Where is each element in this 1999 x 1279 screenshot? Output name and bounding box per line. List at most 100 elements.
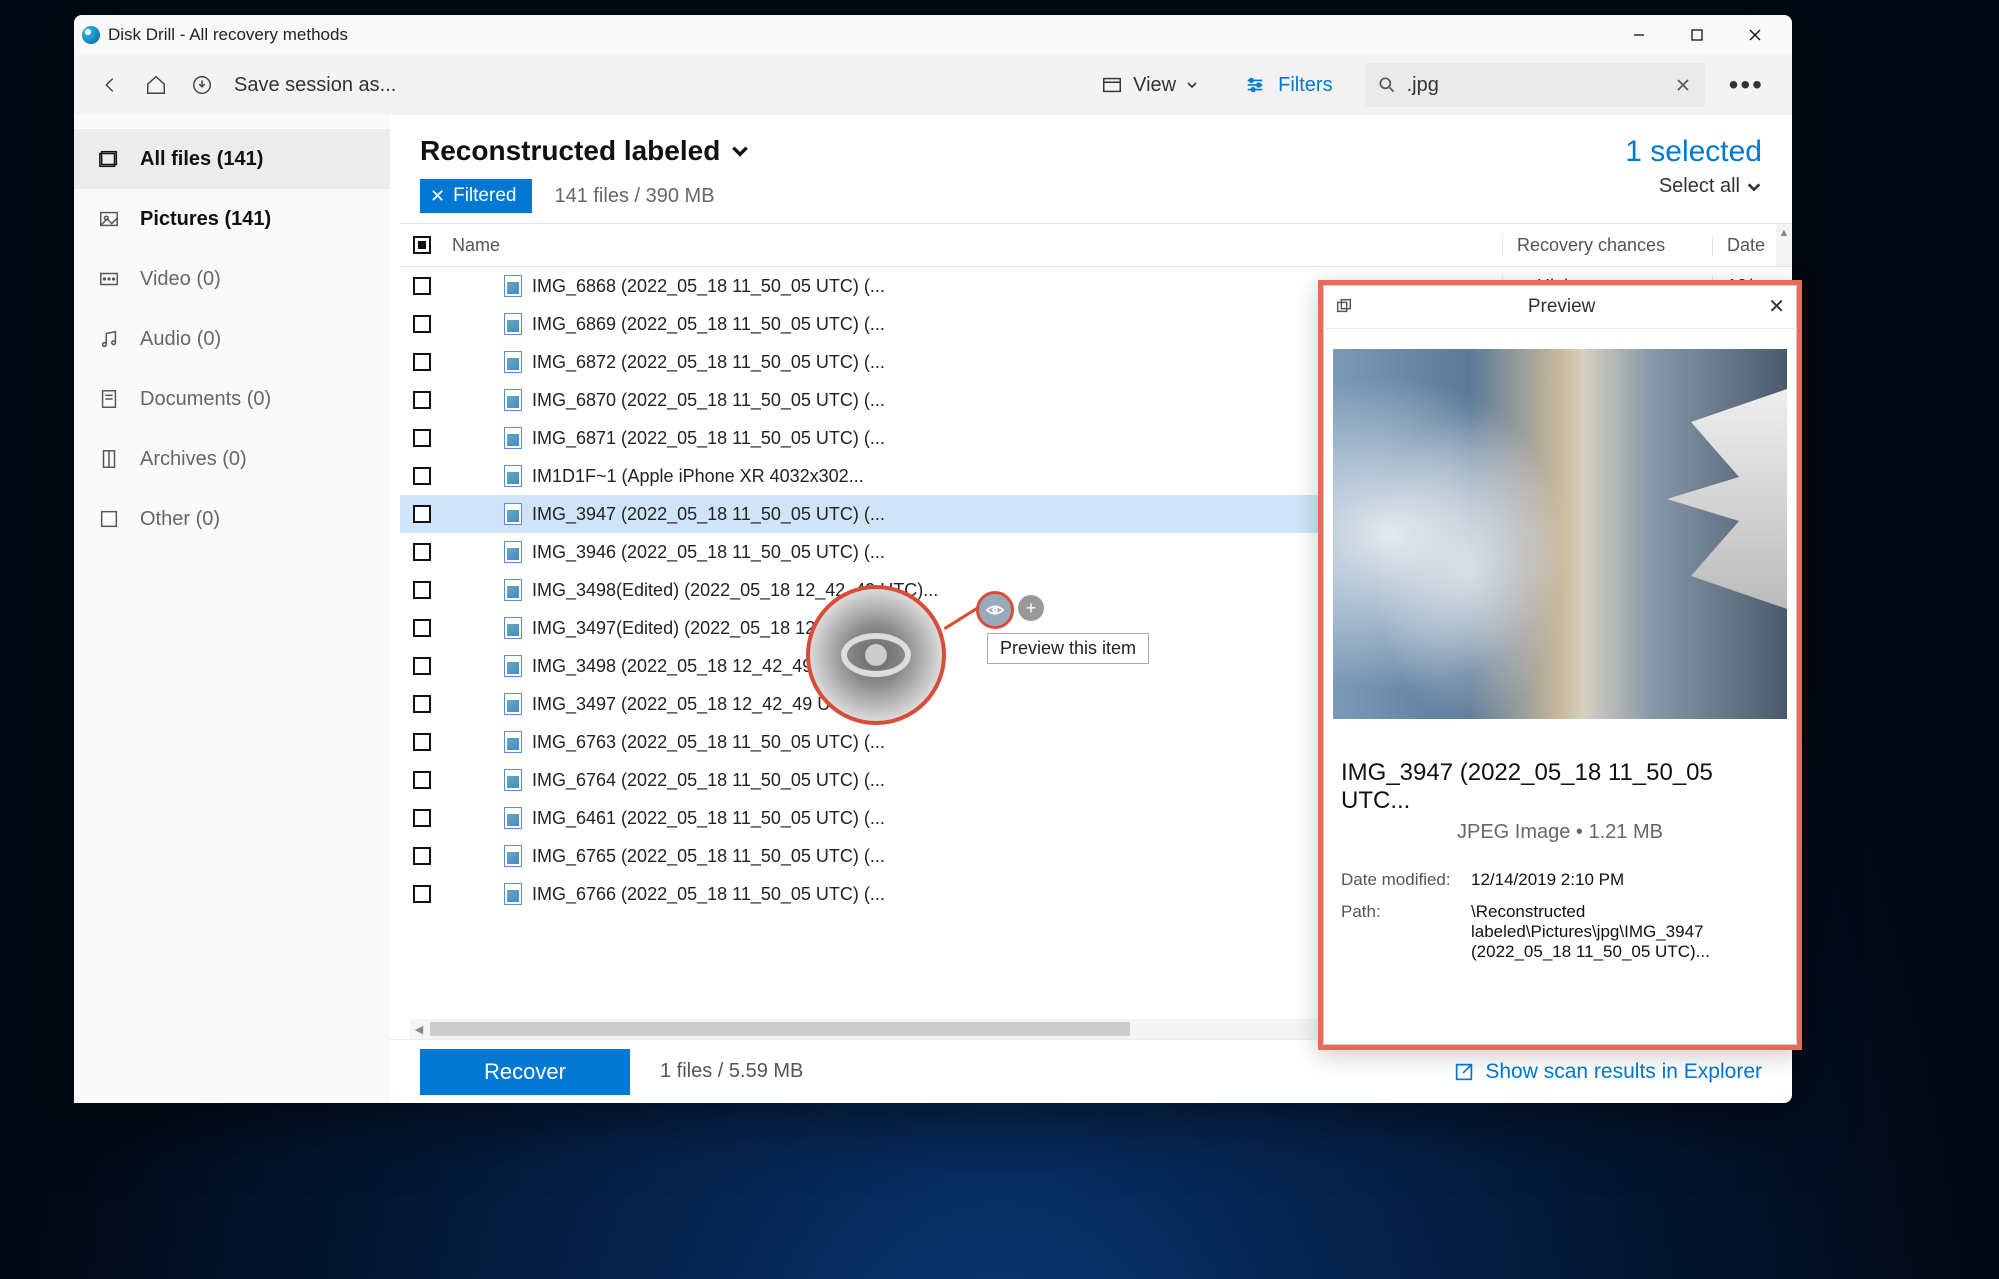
row-checkbox[interactable] (413, 619, 431, 637)
sidebar-item-files[interactable]: All files (141) (74, 129, 390, 189)
sidebar-item-archive[interactable]: Archives (0) (74, 429, 390, 489)
preview-meta-date: Date modified: 12/14/2019 2:10 PM (1323, 864, 1797, 896)
row-checkbox[interactable] (413, 353, 431, 371)
select-all-checkbox[interactable] (413, 236, 431, 254)
view-dropdown[interactable]: View (1087, 68, 1212, 103)
row-checkbox[interactable] (413, 429, 431, 447)
more-menu-button[interactable]: ••• (1723, 69, 1770, 101)
sidebar-item-document[interactable]: Documents (0) (74, 369, 390, 429)
popout-button[interactable] (1335, 297, 1355, 317)
document-icon (98, 388, 120, 410)
filters-button[interactable]: Filters (1230, 68, 1346, 103)
preview-eye-button[interactable] (976, 591, 1014, 629)
preview-image (1333, 349, 1787, 719)
show-in-explorer-link[interactable]: Show scan results in Explorer (1453, 1060, 1762, 1084)
app-window: Disk Drill - All recovery methods Save s… (74, 15, 1792, 1103)
chevron-down-icon (730, 141, 750, 161)
sidebar: All files (141) Pictures (141)Video (0) Au… (74, 115, 390, 1103)
row-checkbox[interactable] (413, 543, 431, 561)
sidebar-item-other[interactable]: Other (0) (74, 489, 390, 549)
save-session-icon[interactable] (188, 71, 216, 99)
file-icon (504, 503, 522, 525)
sidebar-item-video[interactable]: Video (0) (74, 249, 390, 309)
row-checkbox[interactable] (413, 885, 431, 903)
search-icon (1377, 75, 1397, 95)
sidebar-item-audio[interactable]: Audio (0) (74, 309, 390, 369)
preview-tooltip: Preview this item (987, 633, 1149, 664)
file-icon (504, 541, 522, 563)
window-title: Disk Drill - All recovery methods (108, 25, 348, 45)
recover-button[interactable]: Recover (420, 1049, 630, 1095)
row-checkbox[interactable] (413, 505, 431, 523)
sidebar-item-label: Audio (0) (140, 328, 221, 351)
preview-title: Preview (1355, 296, 1768, 318)
select-all-button[interactable]: Select all (1625, 175, 1762, 198)
row-checkbox[interactable] (413, 315, 431, 333)
files-icon (98, 148, 120, 170)
back-button[interactable] (96, 71, 124, 99)
column-name[interactable]: Name (444, 235, 1502, 256)
archive-icon (98, 448, 120, 470)
row-checkbox[interactable] (413, 733, 431, 751)
breadcrumb[interactable]: Reconstructed labeled (420, 135, 750, 167)
video-icon (98, 268, 120, 290)
file-icon (504, 731, 522, 753)
preview-subtitle: JPEG Image • 1.21 MB (1323, 821, 1797, 864)
row-checkbox[interactable] (413, 847, 431, 865)
row-checkbox[interactable] (413, 467, 431, 485)
file-name: IMG_6763 (2022_05_18 11_50_05 UTC) (... (532, 732, 885, 753)
row-checkbox[interactable] (413, 277, 431, 295)
sidebar-item-label: Other (0) (140, 508, 220, 531)
file-icon (504, 769, 522, 791)
file-icon (504, 883, 522, 905)
file-icon (504, 427, 522, 449)
add-button[interactable]: + (1018, 595, 1044, 621)
file-name: IMG_6869 (2022_05_18 11_50_05 UTC) (... (532, 314, 885, 335)
file-icon (504, 617, 522, 639)
preview-close-button[interactable]: ✕ (1768, 294, 1785, 319)
file-name: IMG_6764 (2022_05_18 11_50_05 UTC) (... (532, 770, 885, 791)
file-name: IMG_6461 (2022_05_18 11_50_05 UTC) (... (532, 808, 885, 829)
row-checkbox[interactable] (413, 581, 431, 599)
file-name: IM1D1F~1 (Apple iPhone XR 4032x302... (532, 466, 864, 487)
sidebar-item-label: All files (141) (140, 148, 263, 171)
minimize-button[interactable] (1610, 15, 1668, 55)
preview-meta-path: Path: \Reconstructed labeled\Pictures\jp… (1323, 896, 1797, 968)
filtered-chip[interactable]: ✕ Filtered (420, 179, 532, 213)
file-name: IMG_6765 (2022_05_18 11_50_05 UTC) (... (532, 846, 885, 867)
table-header: Name Recovery chances Date ▲ (400, 223, 1792, 267)
external-link-icon (1453, 1061, 1475, 1083)
close-button[interactable] (1726, 15, 1784, 55)
file-icon (504, 579, 522, 601)
row-checkbox[interactable] (413, 809, 431, 827)
sidebar-item-picture[interactable]: Pictures (141) (74, 189, 390, 249)
save-session-button[interactable]: Save session as... (234, 74, 396, 97)
search-value: .jpg (1407, 74, 1663, 97)
view-label: View (1133, 74, 1176, 97)
file-icon (504, 389, 522, 411)
close-icon: ✕ (430, 186, 445, 207)
clear-search-icon[interactable] (1673, 75, 1693, 95)
toolbar: Save session as... View Filters .jpg ••• (74, 55, 1792, 115)
preview-filename: IMG_3947 (2022_05_18 11_50_05 UTC... (1323, 729, 1797, 821)
vertical-scrollbar[interactable]: ▲ (1776, 224, 1792, 266)
app-icon (82, 26, 100, 44)
row-checkbox[interactable] (413, 695, 431, 713)
filters-label: Filters (1278, 74, 1332, 97)
file-icon (504, 275, 522, 297)
row-checkbox[interactable] (413, 771, 431, 789)
column-recovery[interactable]: Recovery chances (1502, 235, 1712, 256)
file-name: IMG_6870 (2022_05_18 11_50_05 UTC) (... (532, 390, 885, 411)
file-icon (504, 845, 522, 867)
row-checkbox[interactable] (413, 391, 431, 409)
file-name: IMG_6871 (2022_05_18 11_50_05 UTC) (... (532, 428, 885, 449)
maximize-button[interactable] (1668, 15, 1726, 55)
eye-icon (841, 633, 911, 677)
row-checkbox[interactable] (413, 657, 431, 675)
footer-stats: 1 files / 5.59 MB (660, 1060, 803, 1083)
callout-magnifier (806, 585, 946, 725)
search-input[interactable]: .jpg (1365, 63, 1705, 107)
file-name: IMG_6766 (2022_05_18 11_50_05 UTC) (... (532, 884, 885, 905)
filter-stats: 141 files / 390 MB (554, 185, 714, 208)
home-button[interactable] (142, 71, 170, 99)
